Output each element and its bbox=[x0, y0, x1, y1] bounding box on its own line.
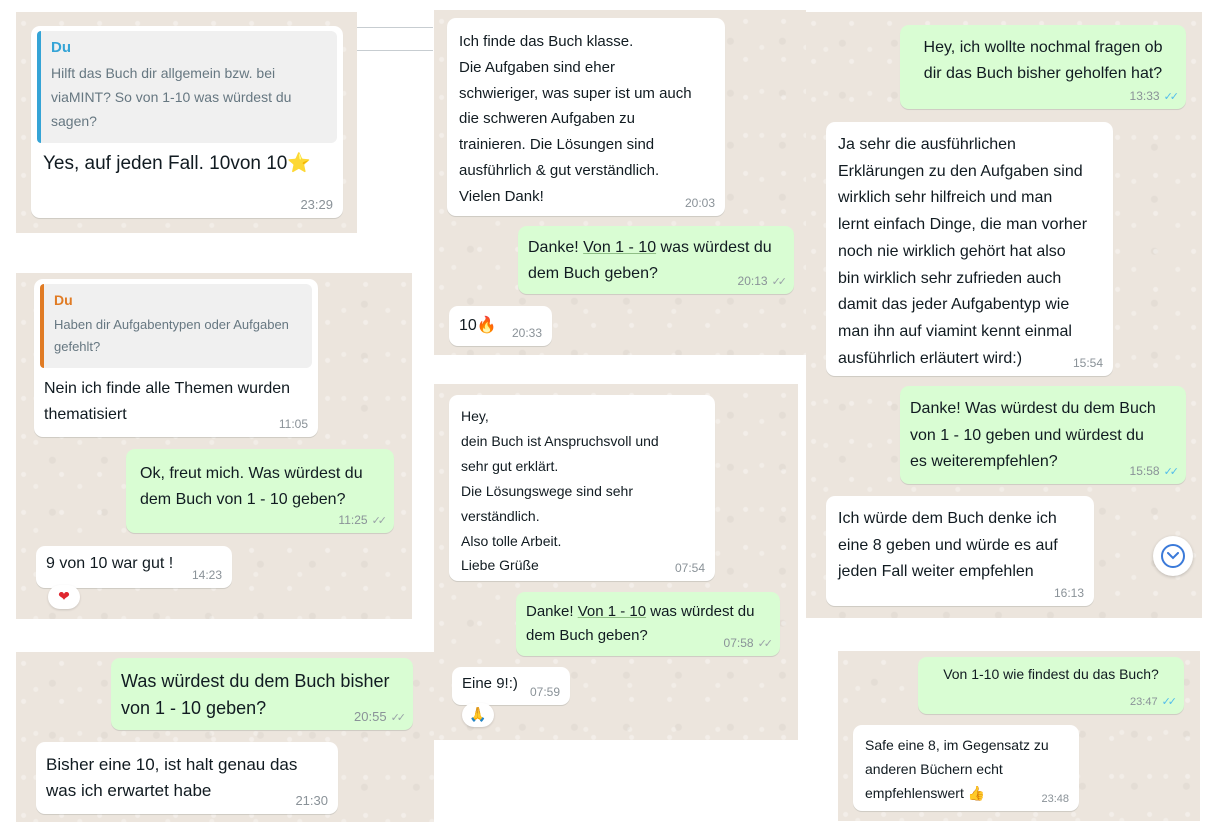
thumbs-up-emoji-icon: 👍 bbox=[967, 786, 986, 803]
message-time: 21:30 bbox=[295, 793, 328, 808]
read-receipt-icon: ✓✓ bbox=[390, 712, 407, 724]
message-time: 11:25 ✓✓ bbox=[338, 513, 388, 527]
chat-panel-6: Hey, ich wollte nochmal fragen ob dir da… bbox=[806, 12, 1202, 618]
message-text: Ok, freut mich. Was würdest du dem Buch … bbox=[140, 465, 363, 508]
chat-panel-4: Ich finde das Buch klasse. Die Aufgaben … bbox=[434, 10, 806, 355]
fire-emoji-icon: 🔥 bbox=[476, 315, 497, 334]
message-time: 20:33 bbox=[511, 326, 542, 340]
incoming-bubble[interactable]: Ich würde dem Buch denke ich eine 8 gebe… bbox=[826, 496, 1094, 606]
incoming-bubble[interactable]: 10🔥 20:33 bbox=[449, 306, 552, 346]
read-receipt-icon: ✓✓ bbox=[371, 515, 388, 527]
message-time: 20:03 bbox=[684, 196, 715, 210]
incoming-bubble[interactable]: Ich finde das Buch klasse. Die Aufgaben … bbox=[447, 18, 725, 216]
message-text: Ich würde dem Buch denke ich eine 8 gebe… bbox=[838, 510, 1058, 581]
message-time: 20:55 ✓✓ bbox=[354, 709, 407, 724]
incoming-bubble[interactable]: Eine 9!:) 07:59 bbox=[452, 667, 570, 705]
outgoing-bubble[interactable]: Danke! Was würdest du dem Buch von 1 - 1… bbox=[900, 386, 1186, 484]
message-time: 07:58 ✓✓ bbox=[723, 636, 774, 650]
message-time: 15:54 bbox=[1072, 356, 1103, 370]
message-time: 23:48 bbox=[1041, 793, 1069, 805]
outgoing-bubble[interactable]: Was würdest du dem Buch bisher von 1 - 1… bbox=[111, 658, 413, 730]
underlined-text: Von 1 - 10 bbox=[583, 239, 657, 256]
outgoing-bubble[interactable]: Danke! Von 1 - 10 was würdest du dem Buc… bbox=[516, 592, 780, 656]
reply-bubble[interactable]: Du Hilft das Buch dir allgemein bzw. bei… bbox=[31, 26, 343, 218]
message-text: Yes, auf jeden Fall. 10von 10 bbox=[43, 153, 288, 175]
read-receipt-icon: ✓✓ bbox=[771, 276, 788, 288]
star-emoji-icon: ⭐ bbox=[287, 152, 312, 175]
scroll-to-bottom-button[interactable] bbox=[1153, 536, 1193, 576]
pray-reaction-icon[interactable]: 🙏 bbox=[462, 703, 494, 727]
reply-bubble[interactable]: Du Haben dir Aufgabentypen oder Aufgaben… bbox=[34, 279, 318, 437]
read-receipt-icon: ✓✓ bbox=[1163, 466, 1180, 478]
incoming-bubble[interactable]: Bisher eine 10, ist halt genau das was i… bbox=[36, 742, 338, 814]
incoming-bubble[interactable]: Hey, dein Buch ist Anspruchsvoll und seh… bbox=[449, 395, 715, 581]
message-text: Hey, ich wollte nochmal fragen ob dir da… bbox=[923, 39, 1163, 82]
quote-text: Haben dir Aufgabentypen oder Aufgaben ge… bbox=[54, 317, 289, 355]
message-text: Von 1-10 wie findest du das Buch? bbox=[943, 666, 1159, 682]
message-time: 13:33 ✓✓ bbox=[1129, 89, 1180, 103]
message-time: 23:47 ✓✓ bbox=[1130, 696, 1178, 708]
chat-panel-1: Du Hilft das Buch dir allgemein bzw. bei… bbox=[16, 12, 357, 233]
outgoing-bubble[interactable]: Ok, freut mich. Was würdest du dem Buch … bbox=[126, 449, 394, 533]
message-text: Ich finde das Buch klasse. Die Aufgaben … bbox=[459, 33, 692, 205]
chat-panel-3: Was würdest du dem Buch bisher von 1 - 1… bbox=[16, 652, 434, 822]
message-time: 20:13 ✓✓ bbox=[737, 274, 788, 288]
outgoing-bubble[interactable]: Hey, ich wollte nochmal fragen ob dir da… bbox=[900, 25, 1186, 109]
read-receipt-icon: ✓✓ bbox=[757, 638, 774, 650]
quoted-message[interactable]: Du Haben dir Aufgabentypen oder Aufgaben… bbox=[40, 284, 312, 369]
message-text: Hey, dein Buch ist Anspruchsvoll und seh… bbox=[461, 408, 659, 574]
outgoing-bubble[interactable]: Danke! Von 1 - 10 was würdest du dem Buc… bbox=[518, 226, 794, 294]
underlined-text: Von 1 - 10 bbox=[577, 603, 647, 620]
message-time: 23:29 bbox=[300, 197, 333, 212]
chat-panel-5: Hey, dein Buch ist Anspruchsvoll und seh… bbox=[434, 384, 798, 740]
incoming-bubble[interactable]: Safe eine 8, im Gegensatz zu anderen Büc… bbox=[853, 725, 1079, 811]
incoming-bubble[interactable]: 9 von 10 war gut ! 14:23 bbox=[36, 546, 232, 588]
chat-panel-7: Von 1-10 wie findest du das Buch? 23:47 ✓… bbox=[838, 651, 1200, 821]
message-text: Nein ich finde alle Themen wurden themat… bbox=[44, 380, 291, 423]
message-time: 07:59 bbox=[529, 685, 560, 699]
read-receipt-icon: ✓✓ bbox=[1163, 91, 1180, 103]
message-time: 11:05 bbox=[278, 417, 308, 431]
message-time: 07:54 bbox=[674, 561, 705, 575]
quote-author: Du bbox=[51, 39, 71, 56]
message-text: Safe eine 8, im Gegensatz zu anderen Büc… bbox=[865, 737, 1049, 803]
connector-line-top bbox=[357, 27, 433, 28]
incoming-bubble[interactable]: Ja sehr die ausführlichen Erklärungen zu… bbox=[826, 122, 1113, 376]
message-time: 14:23 bbox=[191, 568, 222, 582]
chat-panel-2: Du Haben dir Aufgabentypen oder Aufgaben… bbox=[16, 273, 412, 619]
read-receipt-icon: ✓✓ bbox=[1161, 696, 1178, 708]
heart-reaction-icon[interactable]: ❤ bbox=[48, 585, 80, 609]
quoted-message[interactable]: Du Hilft das Buch dir allgemein bzw. bei… bbox=[37, 31, 337, 144]
message-text: Ja sehr die ausführlichen Erklärungen zu… bbox=[838, 136, 1088, 367]
chevron-down-icon bbox=[1161, 544, 1185, 568]
quote-text: Hilft das Buch dir allgemein bzw. bei vi… bbox=[51, 65, 292, 129]
connector-line-middle bbox=[357, 50, 433, 51]
message-time: 15:58 ✓✓ bbox=[1129, 464, 1180, 478]
quote-author: Du bbox=[54, 292, 73, 308]
message-time: 16:13 bbox=[1053, 586, 1084, 600]
message-text: Bisher eine 10, ist halt genau das was i… bbox=[46, 755, 298, 801]
outgoing-bubble[interactable]: Von 1-10 wie findest du das Buch? 23:47 ✓… bbox=[918, 657, 1184, 714]
